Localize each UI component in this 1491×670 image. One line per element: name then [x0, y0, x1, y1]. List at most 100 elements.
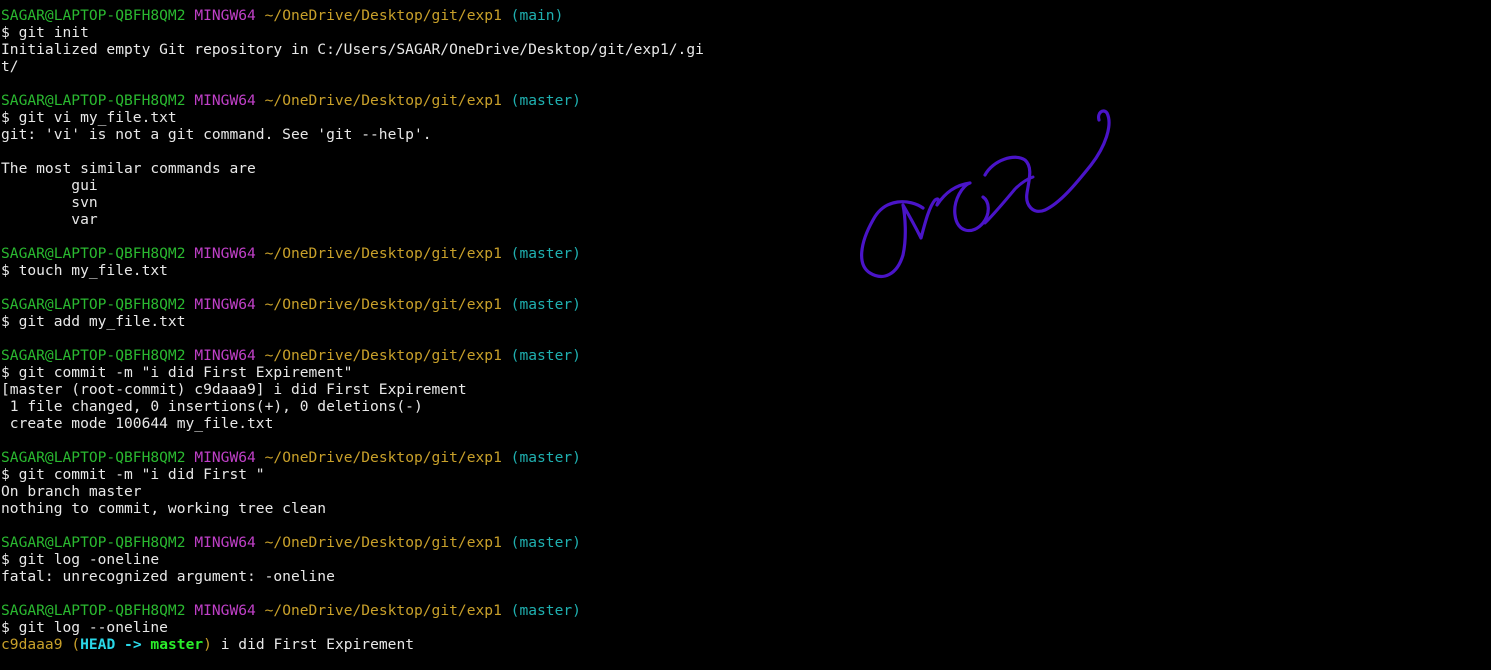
output-text: svn: [1, 194, 98, 211]
prompt-msystem: MINGW64: [194, 534, 256, 551]
commit-message: i did First Expirement: [211, 636, 415, 653]
prompt-line: SAGAR@LAPTOP-QBFH8QM2 MINGW64 ~/OneDrive…: [1, 296, 761, 313]
prompt-line: SAGAR@LAPTOP-QBFH8QM2 MINGW64 ~/OneDrive…: [1, 7, 761, 24]
output-text: create mode 100644 my_file.txt: [1, 415, 274, 432]
prompt-user-host: SAGAR@LAPTOP-QBFH8QM2: [1, 245, 186, 262]
command-line: $ git log -oneline: [1, 551, 761, 568]
command-text: $ git commit -m "i did First Expirement": [1, 364, 353, 381]
output-line: nothing to commit, working tree clean: [1, 500, 761, 517]
output-text: 1 file changed, 0 insertions(+), 0 delet…: [1, 398, 423, 415]
output-text: var: [1, 211, 98, 228]
command-text: $ git vi my_file.txt: [1, 109, 177, 126]
prompt-branch: (master): [510, 296, 581, 313]
prompt-msystem: MINGW64: [194, 92, 256, 109]
output-line: 1 file changed, 0 insertions(+), 0 delet…: [1, 398, 761, 415]
head-ref: HEAD: [80, 636, 116, 653]
command-line: $ git add my_file.txt: [1, 313, 761, 330]
output-line: [master (root-commit) c9daaa9] i did Fir…: [1, 381, 761, 398]
output-text: git: 'vi' is not a git command. See 'git…: [1, 126, 432, 143]
branch-ref: master: [150, 636, 204, 653]
prompt-path: ~/OneDrive/Desktop/git/exp1: [264, 245, 502, 262]
output-line: t/: [1, 58, 761, 75]
log-output-line: c9daaa9 (HEAD -> master) i did First Exp…: [1, 636, 761, 653]
prompt-path: ~/OneDrive/Desktop/git/exp1: [264, 92, 502, 109]
prompt-branch: (master): [510, 534, 581, 551]
command-text: $ git log -oneline: [1, 551, 160, 568]
prompt-branch: (master): [510, 347, 581, 364]
prompt-msystem: MINGW64: [194, 296, 256, 313]
prompt-path: ~/OneDrive/Desktop/git/exp1: [264, 602, 502, 619]
command-text: $ git commit -m "i did First ": [1, 466, 265, 483]
prompt-line: SAGAR@LAPTOP-QBFH8QM2 MINGW64 ~/OneDrive…: [1, 92, 761, 109]
command-line: $ git commit -m "i did First ": [1, 466, 761, 483]
output-text: gui: [1, 177, 98, 194]
prompt-path: ~/OneDrive/Desktop/git/exp1: [264, 449, 502, 466]
commit-hash: c9daaa9: [1, 636, 63, 653]
prompt-line: SAGAR@LAPTOP-QBFH8QM2 MINGW64 ~/OneDrive…: [1, 245, 761, 262]
prompt-user-host: SAGAR@LAPTOP-QBFH8QM2: [1, 7, 186, 24]
prompt-branch: (main): [510, 7, 564, 24]
prompt-user-host: SAGAR@LAPTOP-QBFH8QM2: [1, 534, 186, 551]
prompt-user-host: SAGAR@LAPTOP-QBFH8QM2: [1, 92, 186, 109]
prompt-user-host: SAGAR@LAPTOP-QBFH8QM2: [1, 602, 186, 619]
output-line: The most similar commands are: [1, 160, 761, 177]
command-text: $ git init: [1, 24, 89, 41]
prompt-branch: (master): [510, 245, 581, 262]
prompt-line: SAGAR@LAPTOP-QBFH8QM2 MINGW64 ~/OneDrive…: [1, 534, 761, 551]
prompt-branch: (master): [510, 449, 581, 466]
prompt-user-host: SAGAR@LAPTOP-QBFH8QM2: [1, 296, 186, 313]
command-line: $ git init: [1, 24, 761, 41]
prompt-path: ~/OneDrive/Desktop/git/exp1: [264, 534, 502, 551]
prompt-path: ~/OneDrive/Desktop/git/exp1: [264, 347, 502, 364]
output-text: The most similar commands are: [1, 160, 256, 177]
prompt-msystem: MINGW64: [194, 449, 256, 466]
command-line: $ touch my_file.txt: [1, 262, 761, 279]
command-text: $ git add my_file.txt: [1, 313, 186, 330]
output-text: fatal: unrecognized argument: -oneline: [1, 568, 335, 585]
output-text: [master (root-commit) c9daaa9] i did Fir…: [1, 381, 467, 398]
output-line: fatal: unrecognized argument: -oneline: [1, 568, 761, 585]
output-line: create mode 100644 my_file.txt: [1, 415, 761, 432]
ref-arrow: ->: [115, 636, 151, 653]
output-text: On branch master: [1, 483, 142, 500]
prompt-branch: (master): [510, 92, 581, 109]
prompt-branch: (master): [510, 602, 581, 619]
command-line: $ git commit -m "i did First Expirement": [1, 364, 761, 381]
terminal-output[interactable]: SAGAR@LAPTOP-QBFH8QM2 MINGW64 ~/OneDrive…: [1, 7, 761, 653]
prompt-line: SAGAR@LAPTOP-QBFH8QM2 MINGW64 ~/OneDrive…: [1, 602, 761, 619]
output-line: Initialized empty Git repository in C:/U…: [1, 41, 761, 58]
output-text: t/: [1, 58, 19, 75]
command-line: $ git vi my_file.txt: [1, 109, 761, 126]
ref-close-paren: ): [203, 636, 212, 653]
prompt-user-host: SAGAR@LAPTOP-QBFH8QM2: [1, 449, 186, 466]
prompt-msystem: MINGW64: [194, 7, 256, 24]
prompt-line: SAGAR@LAPTOP-QBFH8QM2 MINGW64 ~/OneDrive…: [1, 449, 761, 466]
prompt-msystem: MINGW64: [194, 347, 256, 364]
output-line: gui: [1, 177, 761, 194]
ref-open-paren: (: [71, 636, 81, 653]
output-line: git: 'vi' is not a git command. See 'git…: [1, 126, 761, 143]
handwritten-scribble: [860, 109, 1111, 278]
output-line: var: [1, 211, 761, 228]
output-line: svn: [1, 194, 761, 211]
output-line: On branch master: [1, 483, 761, 500]
output-text: Initialized empty Git repository in C:/U…: [1, 41, 704, 58]
prompt-user-host: SAGAR@LAPTOP-QBFH8QM2: [1, 347, 186, 364]
prompt-path: ~/OneDrive/Desktop/git/exp1: [264, 296, 502, 313]
prompt-line: SAGAR@LAPTOP-QBFH8QM2 MINGW64 ~/OneDrive…: [1, 347, 761, 364]
scribble-stroke: [860, 109, 1111, 278]
prompt-msystem: MINGW64: [194, 245, 256, 262]
output-text: nothing to commit, working tree clean: [1, 500, 327, 517]
prompt-msystem: MINGW64: [194, 602, 256, 619]
command-line: $ git log --oneline: [1, 619, 761, 636]
command-text: $ touch my_file.txt: [1, 262, 168, 279]
prompt-path: ~/OneDrive/Desktop/git/exp1: [264, 7, 502, 24]
